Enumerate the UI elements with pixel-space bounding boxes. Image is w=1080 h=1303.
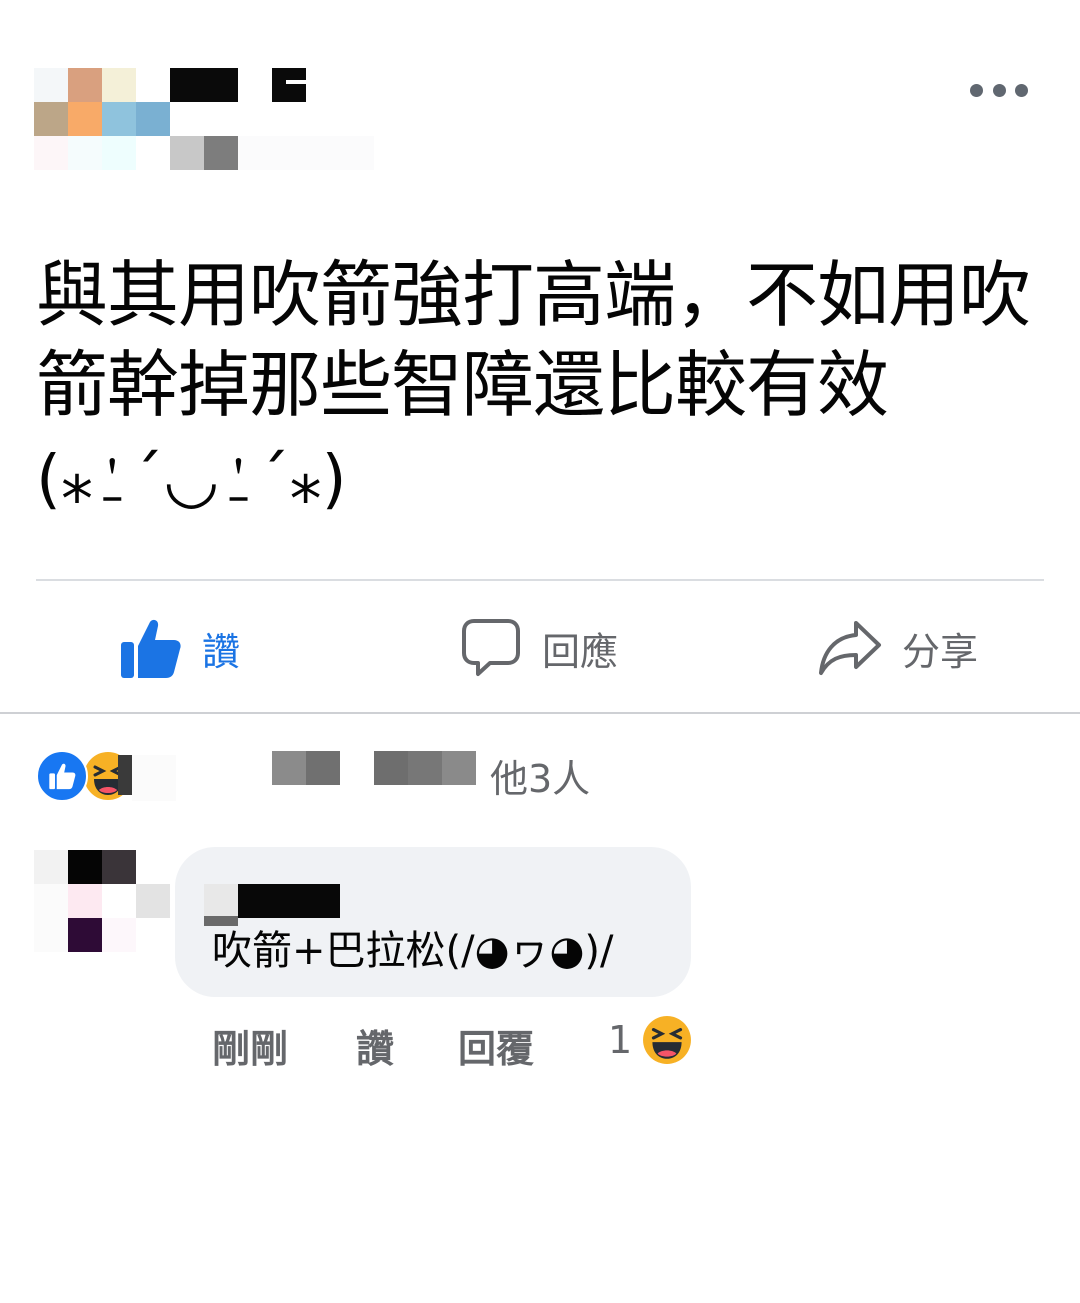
comment-reply-button[interactable]: 回覆 [458, 1018, 534, 1073]
divider [36, 579, 1044, 581]
comment-like-button[interactable]: 讚 [356, 1018, 394, 1073]
comment-text: 吹箭+巴拉松(/◕ヮ◕)/ [212, 928, 614, 974]
divider [0, 712, 1080, 714]
post-body: 與其用吹箭強打高端，不如用吹箭幹掉那些智障還比較有效 [36, 253, 1031, 427]
comment-reaction-count[interactable]: 1 [608, 1018, 632, 1062]
like-label: 讚 [202, 629, 241, 674]
share-button[interactable]: 分享 [818, 612, 978, 684]
thumbs-up-icon [121, 619, 181, 678]
like-reaction-icon [36, 750, 88, 802]
post-emoticon: (⁎⍘ˊ◡⍘ˊ⁎) [36, 443, 347, 517]
comment-label: 回應 [542, 629, 619, 674]
like-button[interactable]: 讚 [118, 612, 240, 684]
comment-button[interactable]: 回應 [460, 612, 618, 684]
comment-icon [462, 619, 520, 676]
reactions-count[interactable]: 他3人 [490, 748, 590, 803]
haha-icon[interactable] [642, 1015, 692, 1065]
share-icon [819, 621, 881, 675]
comment-timestamp: 剛剛 [212, 1027, 289, 1071]
more-options-icon[interactable] [970, 78, 1028, 102]
share-label: 分享 [902, 629, 979, 674]
